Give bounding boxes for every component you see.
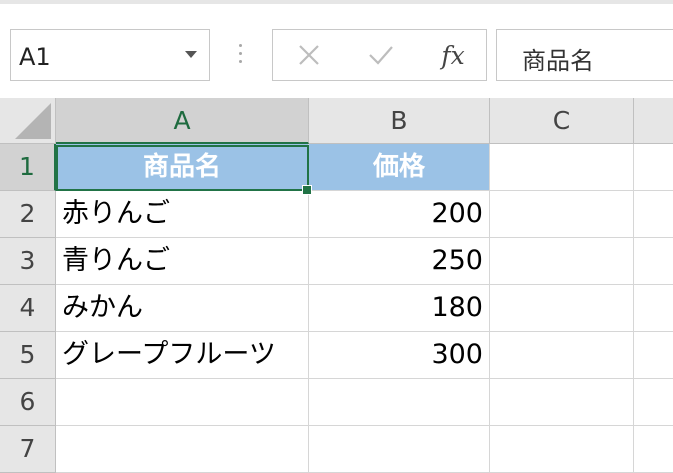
cancel-button[interactable]: [279, 30, 339, 80]
column-header-a[interactable]: A: [56, 98, 309, 144]
cell-c3[interactable]: [490, 238, 634, 285]
cell-a5[interactable]: グレープフルーツ: [56, 332, 309, 379]
cell-c7[interactable]: [490, 426, 634, 473]
cell-d1[interactable]: [634, 144, 673, 191]
row-header-1[interactable]: 1: [0, 144, 56, 191]
cell-d5[interactable]: [634, 332, 673, 379]
formula-area: A1 fx 商品名: [0, 4, 673, 101]
column-header-d[interactable]: [634, 98, 673, 144]
cell-d4[interactable]: [634, 285, 673, 332]
row-header-2[interactable]: 2: [0, 191, 56, 238]
row-header-3[interactable]: 3: [0, 238, 56, 285]
column-header-c[interactable]: C: [490, 98, 634, 144]
cell-b7[interactable]: [309, 426, 490, 473]
enter-button[interactable]: [351, 30, 411, 80]
column-header-b[interactable]: B: [309, 98, 490, 144]
cell-d3[interactable]: [634, 238, 673, 285]
cell-c2[interactable]: [490, 191, 634, 238]
cell-b6[interactable]: [309, 379, 490, 426]
cell-c1[interactable]: [490, 144, 634, 191]
name-box[interactable]: A1: [10, 29, 210, 81]
fx-label: fx: [441, 40, 465, 70]
select-all-button[interactable]: [0, 98, 56, 144]
name-box-value: A1: [19, 43, 51, 71]
cell-c4[interactable]: [490, 285, 634, 332]
formula-buttons: fx: [272, 29, 487, 81]
row-header-5[interactable]: 5: [0, 332, 56, 379]
more-options-icon[interactable]: [237, 44, 245, 68]
row-header-7[interactable]: 7: [0, 426, 56, 473]
cell-b4[interactable]: 180: [309, 285, 490, 332]
select-all-icon: [15, 103, 51, 139]
row-header-4[interactable]: 4: [0, 285, 56, 332]
enter-icon: [369, 46, 393, 65]
cell-b5[interactable]: 300: [309, 332, 490, 379]
cell-b1[interactable]: 価格: [309, 144, 490, 191]
name-box-dropdown-icon[interactable]: [185, 51, 197, 58]
formula-input[interactable]: 商品名: [496, 29, 673, 81]
cell-a2[interactable]: 赤りんご: [56, 191, 309, 238]
cell-c5[interactable]: [490, 332, 634, 379]
cell-c6[interactable]: [490, 379, 634, 426]
cell-a7[interactable]: [56, 426, 309, 473]
insert-function-button[interactable]: fx: [423, 30, 483, 80]
cell-d7[interactable]: [634, 426, 673, 473]
cell-a6[interactable]: [56, 379, 309, 426]
cancel-icon: [299, 45, 319, 65]
cell-b2[interactable]: 200: [309, 191, 490, 238]
cell-b3[interactable]: 250: [309, 238, 490, 285]
cell-d2[interactable]: [634, 191, 673, 238]
spreadsheet-grid: A B C 1 2 3 4 5 6 7 商品名 価格 赤りんご 200 青りんご…: [0, 98, 673, 473]
cell-a3[interactable]: 青りんご: [56, 238, 309, 285]
cell-a4[interactable]: みかん: [56, 285, 309, 332]
formula-content: 商品名: [522, 47, 594, 75]
row-header-6[interactable]: 6: [0, 379, 56, 426]
cell-d6[interactable]: [634, 379, 673, 426]
fill-handle[interactable]: [302, 185, 312, 195]
cell-a1[interactable]: 商品名: [56, 144, 309, 191]
